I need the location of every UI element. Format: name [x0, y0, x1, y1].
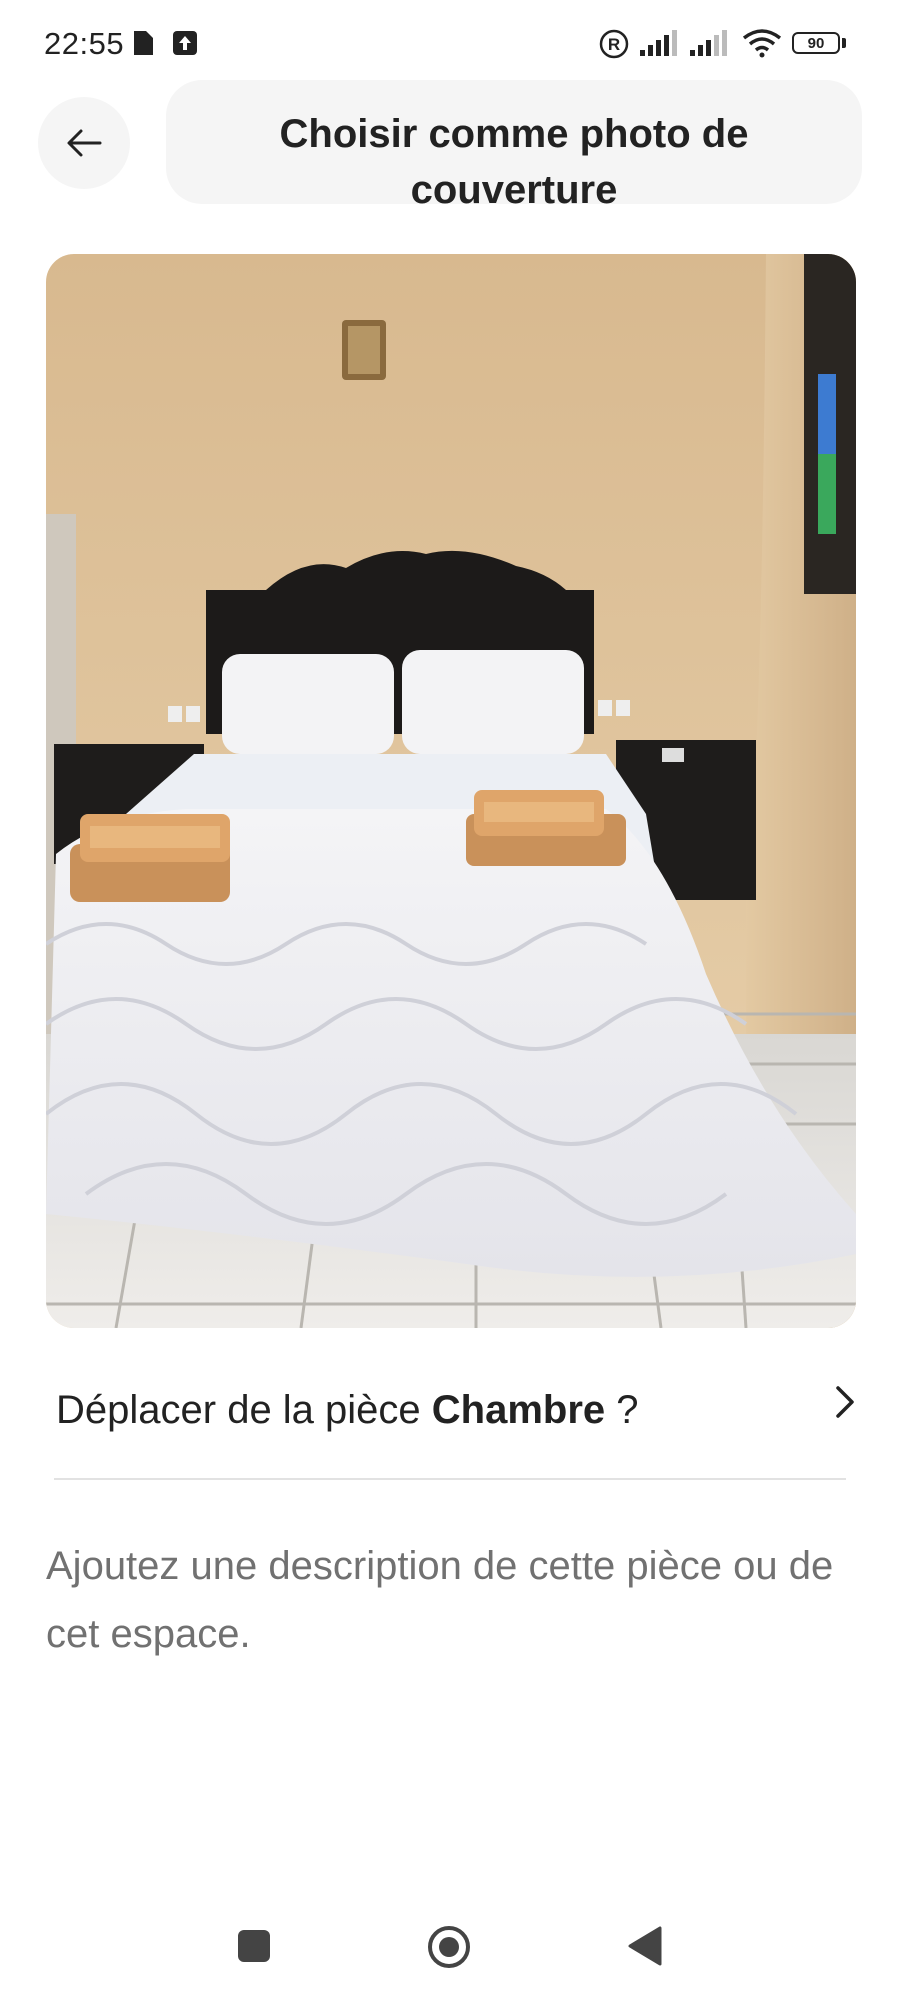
- move-room-row[interactable]: Déplacer de la pièce Chambre ?: [56, 1380, 856, 1446]
- svg-text:R: R: [608, 35, 620, 54]
- recents-square-icon[interactable]: [238, 1930, 270, 1962]
- home-circle-icon[interactable]: [426, 1924, 472, 1975]
- chevron-right-icon: [836, 1386, 854, 1418]
- room-name: Chambre: [431, 1388, 606, 1432]
- signal-icon: [690, 30, 732, 63]
- description-field[interactable]: Ajoutez une description de cette pièce o…: [46, 1532, 846, 1668]
- page-title: Choisir comme photo de couverture: [279, 112, 749, 204]
- registered-icon: R: [598, 28, 630, 65]
- arrow-left-icon: [67, 129, 102, 157]
- wifi-icon: [742, 28, 782, 63]
- move-room-suffix: ?: [605, 1388, 639, 1432]
- back-triangle-icon[interactable]: [628, 1926, 662, 1971]
- bedroom-photo[interactable]: [46, 254, 856, 1328]
- battery-icon: 90: [792, 32, 840, 54]
- battery-tip: [842, 38, 846, 48]
- battery-level: 90: [807, 34, 825, 52]
- back-button[interactable]: [38, 97, 130, 189]
- move-room-prefix: Déplacer de la pièce: [56, 1388, 432, 1432]
- document-icon: [132, 30, 154, 61]
- move-room-label: Déplacer de la pièce Chambre ?: [56, 1388, 639, 1433]
- title-pill[interactable]: Choisir comme photo de couverture: [166, 80, 862, 204]
- status-time: 22:55: [44, 26, 125, 61]
- divider: [54, 1478, 846, 1480]
- signal-icon: [640, 30, 682, 63]
- upload-icon: [172, 30, 198, 61]
